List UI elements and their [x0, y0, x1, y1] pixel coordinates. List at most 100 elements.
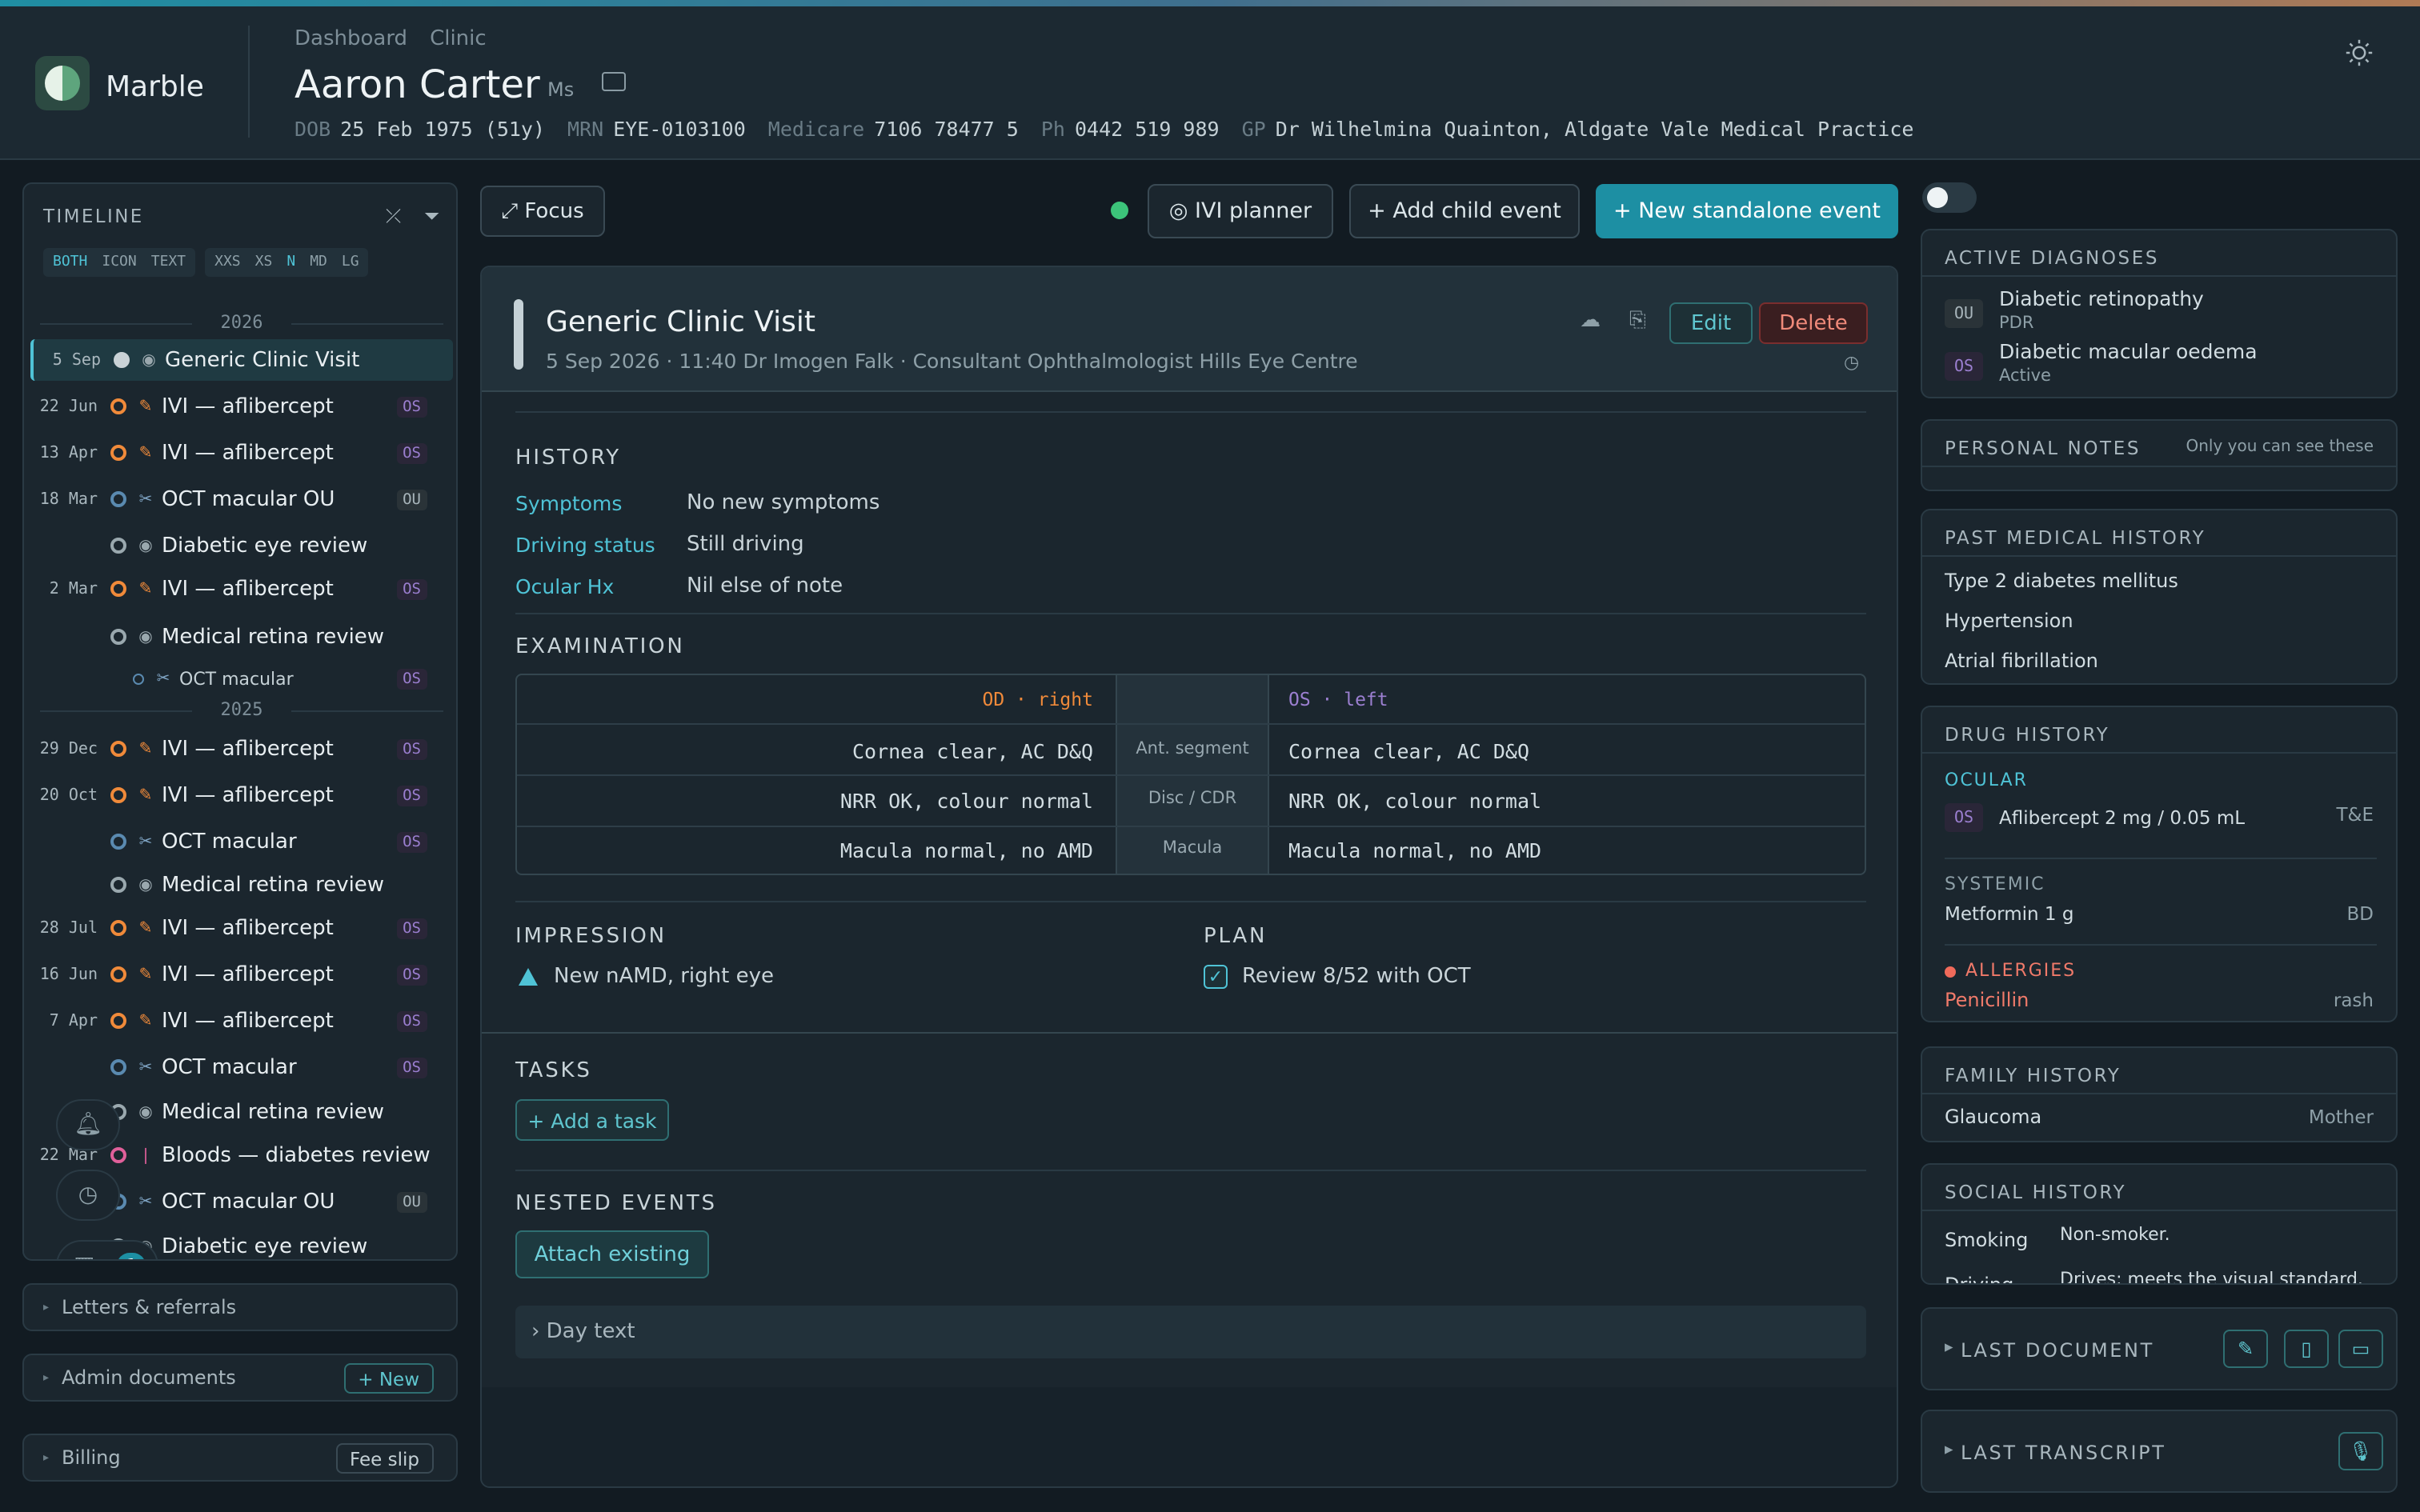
new-standalone-event-button[interactable]: + New standalone event — [1596, 184, 1898, 238]
history-clock-icon[interactable]: ◷ — [1844, 352, 1869, 378]
day-text-expander[interactable]: › Day text — [515, 1306, 1866, 1358]
clock-icon[interactable]: ◷ — [56, 1170, 120, 1221]
timeline-row[interactable]: 20 Oct ✎ IVI — aflibercept OS — [30, 774, 453, 816]
breadcrumb-clinic[interactable]: Clinic — [430, 27, 487, 51]
last-document-card[interactable]: ▸ LAST DOCUMENT ✎ ▯ ▭ — [1921, 1307, 2398, 1390]
admin-documents-section[interactable]: ▸ Admin documents + New — [22, 1354, 458, 1402]
chip-lg[interactable]: LG — [337, 251, 364, 274]
timeline-label: IVI — aflibercept — [162, 394, 334, 418]
timeline-date: 22 Jun — [39, 398, 98, 415]
systemic-heading: SYSTEMIC — [1945, 874, 2045, 894]
app-logo[interactable] — [35, 56, 90, 110]
theme-sun-icon[interactable] — [2345, 38, 2374, 67]
timeline-row[interactable]: ✂ OCT macular OS — [30, 1046, 453, 1088]
timeline-row[interactable]: ◉ Diabetic eye review — [30, 525, 453, 566]
filter-icon[interactable]: ⏷ — [424, 205, 447, 227]
plan-title: PLAN — [1204, 925, 1268, 949]
calendar-count-badge: 1 — [117, 1253, 146, 1259]
fee-slip-button[interactable]: Fee slip — [335, 1443, 434, 1474]
timeline-dot — [110, 538, 126, 554]
ocular-drug: Aflibercept 2 mg / 0.05 mL — [1999, 806, 2246, 829]
timeline-dot — [110, 834, 126, 850]
ivi-planner-button[interactable]: ◎ IVI planner — [1148, 184, 1333, 238]
chip-both[interactable]: BOTH — [48, 251, 92, 274]
timeline-date: 29 Dec — [39, 740, 98, 758]
social-value: Drives; meets the visual standard. — [2060, 1269, 2363, 1285]
personal-notes-card[interactable]: PERSONAL NOTES Only you can see these — [1921, 419, 2398, 491]
microphone-icon[interactable]: 🎙︎ — [2338, 1432, 2383, 1470]
timeline-row[interactable]: ✂ OCT macular OS — [30, 658, 453, 699]
timeline-date: 20 Oct — [39, 786, 98, 804]
syringe-icon: ✎ — [138, 444, 153, 462]
chip-xxs[interactable]: XXS — [210, 251, 246, 274]
breadcrumb-dashboard[interactable]: Dashboard — [294, 27, 407, 51]
section-label: Letters & referrals — [62, 1296, 237, 1318]
timeline-date: 7 Apr — [49, 1012, 98, 1030]
export-document-icon[interactable]: ⎘ — [1629, 309, 1655, 334]
attach-existing-button[interactable]: Attach existing — [515, 1230, 709, 1278]
timeline-row[interactable]: 13 Apr ✎ IVI — aflibercept OS — [30, 432, 453, 474]
meta-key: DOB — [294, 117, 331, 141]
plan-checkbox[interactable]: ✓ — [1204, 965, 1228, 989]
pencil-icon[interactable]: ✎ — [2223, 1330, 2268, 1368]
timeline-row[interactable]: ◉ Medical retina review — [30, 616, 453, 658]
chevron-right-icon: ▸ — [43, 1371, 50, 1384]
billing-section[interactable]: ▸ Billing Fee slip — [22, 1434, 458, 1482]
admin-new-button[interactable]: + New — [343, 1363, 434, 1394]
focus-button[interactable]: ⤢ Focus — [480, 186, 605, 237]
desktop-upload-icon[interactable]: ▭ — [2338, 1330, 2383, 1368]
timeline-row[interactable]: 28 Jul ✎ IVI — aflibercept OS — [30, 907, 453, 949]
pmh-item: Atrial fibrillation — [1945, 650, 2098, 672]
chip-n[interactable]: N — [282, 251, 300, 274]
delete-button[interactable]: Delete — [1759, 302, 1868, 344]
eye-tag: OU — [396, 489, 427, 510]
timeline-row[interactable]: 18 Mar ✂ OCT macular OU OU — [30, 478, 453, 520]
phone-upload-icon[interactable]: ▯ — [2284, 1330, 2329, 1368]
divider — [1922, 1210, 2396, 1211]
meta-key: GP — [1241, 117, 1266, 141]
eye-tag: OS — [396, 831, 427, 852]
chevron-right-icon: ▸ — [43, 1301, 50, 1314]
eye-tag: OS — [396, 738, 427, 759]
add-task-button[interactable]: + Add a task — [515, 1099, 669, 1141]
timeline-dot — [110, 741, 126, 757]
footer-area — [482, 1387, 1897, 1486]
cloud-download-icon[interactable]: ☁ — [1580, 309, 1605, 334]
chip-md[interactable]: MD — [305, 251, 332, 274]
timeline-row[interactable]: 22 Jun ✎ IVI — aflibercept OS — [30, 386, 453, 427]
active-diagnoses-card: ACTIVE DIAGNOSES OU Diabetic retinopathy… — [1921, 229, 2398, 398]
divider — [515, 411, 1866, 413]
timeline-row[interactable]: 7 Apr ✎ IVI — aflibercept OS — [30, 1000, 453, 1042]
history-key: Symptoms — [515, 491, 623, 515]
timeline-date: 2 Mar — [49, 580, 98, 598]
last-transcript-card[interactable]: ▸ LAST TRANSCRIPT 🎙︎ — [1921, 1410, 2398, 1493]
calendar-button[interactable]: ▦ 1 — [56, 1240, 158, 1259]
notifications-bell-icon[interactable]: 🔔︎ — [56, 1099, 120, 1150]
timeline-row[interactable]: 5 Sep ◉ Generic Clinic Visit — [30, 339, 453, 381]
gp-value: Dr Wilhelmina Quainton, Aldgate Vale Med… — [1275, 117, 1914, 141]
event-header: Generic Clinic Visit 5 Sep 2026 · 11:40 … — [482, 267, 1897, 392]
social-history-card: SOCIAL HISTORY Smoking Non-smoker. Drivi… — [1921, 1163, 2398, 1285]
collapse-icon[interactable]: ⤫ — [386, 205, 408, 227]
id-card-icon[interactable] — [602, 72, 626, 91]
eye-tag: OS — [396, 578, 427, 599]
social-key: Smoking — [1945, 1229, 2029, 1251]
edit-button[interactable]: Edit — [1669, 302, 1753, 344]
timeline-row[interactable]: ◉ Medical retina review — [30, 864, 453, 906]
calendar-icon: ▦ — [74, 1253, 94, 1259]
timeline-row[interactable]: 29 Dec ✎ IVI — aflibercept OS — [30, 728, 453, 770]
chip-text[interactable]: TEXT — [146, 251, 190, 274]
timeline-label: IVI — aflibercept — [162, 962, 334, 986]
add-child-event-button[interactable]: + Add child event — [1349, 184, 1580, 238]
letters-referrals-section[interactable]: ▸ Letters & referrals — [22, 1283, 458, 1331]
chip-icon[interactable]: ICON — [97, 251, 141, 274]
divider — [1945, 858, 2377, 859]
timeline-dot — [114, 352, 130, 368]
timeline-row[interactable]: 2 Mar ✎ IVI — aflibercept OS — [30, 568, 453, 610]
timeline-row[interactable]: 16 Jun ✎ IVI — aflibercept OS — [30, 954, 453, 995]
chip-xs[interactable]: XS — [250, 251, 278, 274]
timeline-row[interactable]: ✂ OCT macular OS — [30, 821, 453, 862]
examination-title: EXAMINATION — [515, 635, 685, 659]
divider — [515, 901, 1866, 902]
toggle-switch[interactable] — [1922, 182, 1977, 213]
